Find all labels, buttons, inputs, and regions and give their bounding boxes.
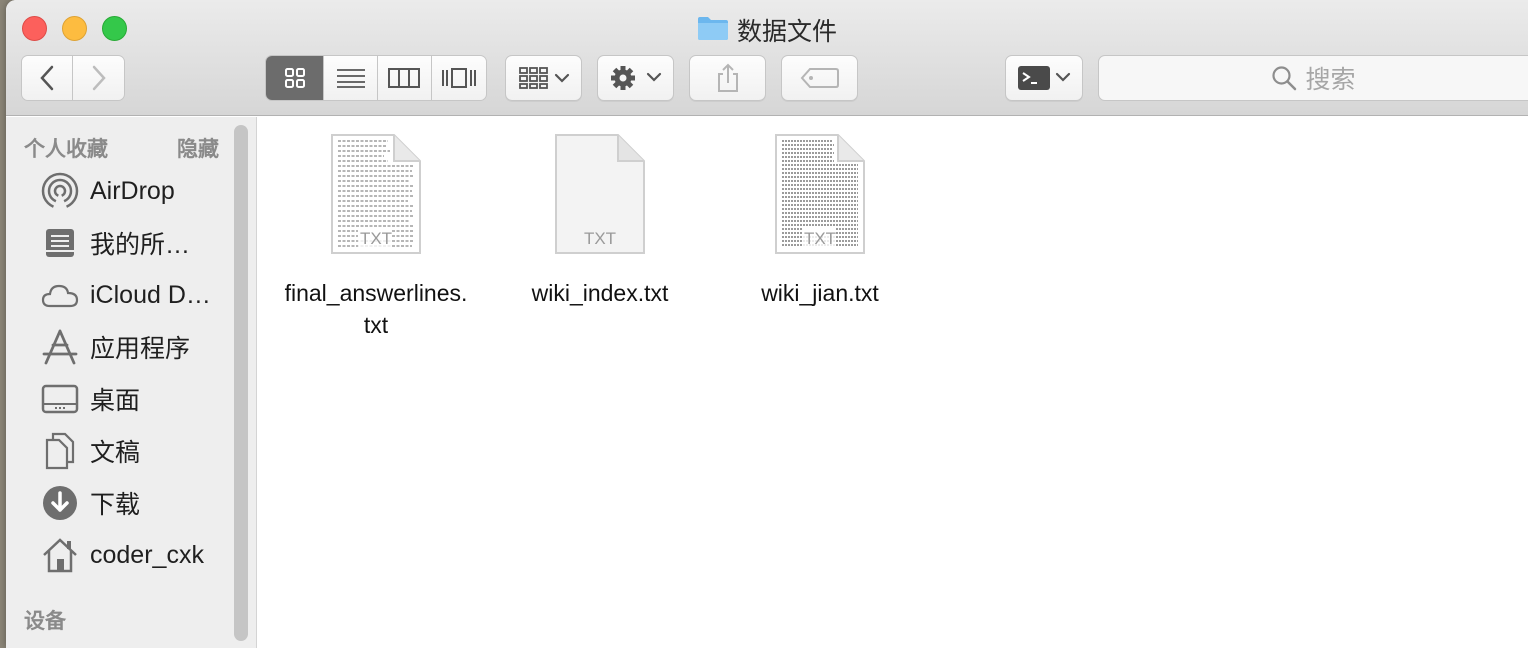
file-type-badge: TXT [804,229,836,248]
file-browser-area: TXT final_answerlines. txt TXT wiki_inde… [258,117,1528,648]
airdrop-icon [40,171,80,211]
column-view-icon [388,68,421,88]
list-view-button[interactable] [324,56,378,100]
window-title: 数据文件 [736,18,837,46]
home-icon [40,535,80,575]
sidebar-item-desktop[interactable]: 桌面 [40,377,230,421]
cover-flow-view-button[interactable] [431,56,486,100]
file-type-badge: TXT [360,229,392,248]
file-type-badge: TXT [584,229,616,248]
sidebar-scrollbar[interactable] [234,125,248,641]
sidebar-item-label: coder_cxk [90,540,204,569]
view-mode-selector [265,55,487,101]
hide-favorites-button[interactable]: 隐藏 [177,133,219,163]
documents-icon [40,431,80,471]
sidebar-item-all-files[interactable]: 我的所… [40,221,230,265]
arrange-icon [518,67,569,89]
file-name: wiki_index.txt [485,277,715,309]
sidebar-item-applications[interactable]: 应用程序 [40,325,230,369]
sidebar-item-label: 我的所… [90,231,191,259]
desktop-icon [40,379,80,419]
file-name-line: final_answerlines. [284,280,468,306]
forward-button[interactable] [73,56,124,100]
icon-view-icon [284,68,305,88]
file-name-line: wiki_index.txt [531,280,669,306]
search-field[interactable]: 搜索 [1098,55,1528,101]
file-name: final_answerlines. txt [261,277,491,341]
text-document-icon: TXT [331,134,421,254]
favorites-header: 个人收藏 [24,138,108,161]
titlebar: 数据文件 搜索 [6,0,1528,116]
share-button[interactable] [689,55,766,101]
search-placeholder: 搜索 [1305,66,1356,94]
sidebar-item-icloud-drive[interactable]: iCloud D… [40,273,230,317]
file-name-line: wiki_jian.txt [761,280,879,306]
file-item[interactable]: TXT wiki_index.txt [485,133,715,309]
sidebar-item-label: iCloud D… [90,280,211,309]
column-view-button[interactable] [377,56,432,100]
chevron-left-icon [40,65,54,91]
chevron-right-icon [92,65,106,91]
back-button[interactable] [22,56,74,100]
terminal-button[interactable] [1005,55,1083,101]
share-icon [717,63,738,92]
devices-header: 设备 [24,610,66,633]
text-document-icon: TXT [555,134,645,254]
applications-icon [40,327,80,367]
icon-view-button[interactable] [266,56,325,100]
terminal-icon [1018,66,1071,90]
window-title-area: 数据文件 [6,12,1528,48]
tag-icon [800,68,839,88]
sidebar-item-documents[interactable]: 文稿 [40,429,230,473]
file-name: wiki_jian.txt [705,277,935,309]
gear-icon [610,66,661,90]
action-menu-button[interactable] [597,55,674,101]
sidebar-item-downloads[interactable]: 下载 [40,481,230,525]
downloads-icon [40,483,80,523]
sidebar-item-home[interactable]: coder_cxk [40,533,230,577]
sidebar-item-label: 应用程序 [90,335,191,363]
file-item[interactable]: TXT final_answerlines. txt [261,133,491,341]
file-name-line: txt [363,312,389,338]
file-item[interactable]: TXT wiki_jian.txt [705,133,935,309]
all-files-icon [40,223,80,263]
tags-button[interactable] [781,55,858,101]
icloud-icon [40,275,80,315]
arrange-button[interactable] [505,55,582,101]
cover-flow-icon [441,68,476,88]
list-view-icon [336,69,365,88]
sidebar-item-airdrop[interactable]: AirDrop [40,169,230,213]
folder-icon [697,15,729,46]
sidebar: 个人收藏 隐藏 AirDrop 我的所… iCloud D… 应用程序 桌面 文… [6,117,257,648]
sidebar-item-label: 桌面 [90,387,141,415]
sidebar-item-label: 文稿 [90,439,141,467]
finder-window: 数据文件 搜索 个人收藏 隐藏 AirDrop 我的所… iCloud D… 应… [6,0,1528,648]
navigation-buttons [21,55,125,101]
text-document-icon: TXT [775,134,865,254]
search-icon [1272,66,1297,91]
sidebar-item-label: 下载 [90,491,141,519]
sidebar-item-label: AirDrop [90,176,175,205]
